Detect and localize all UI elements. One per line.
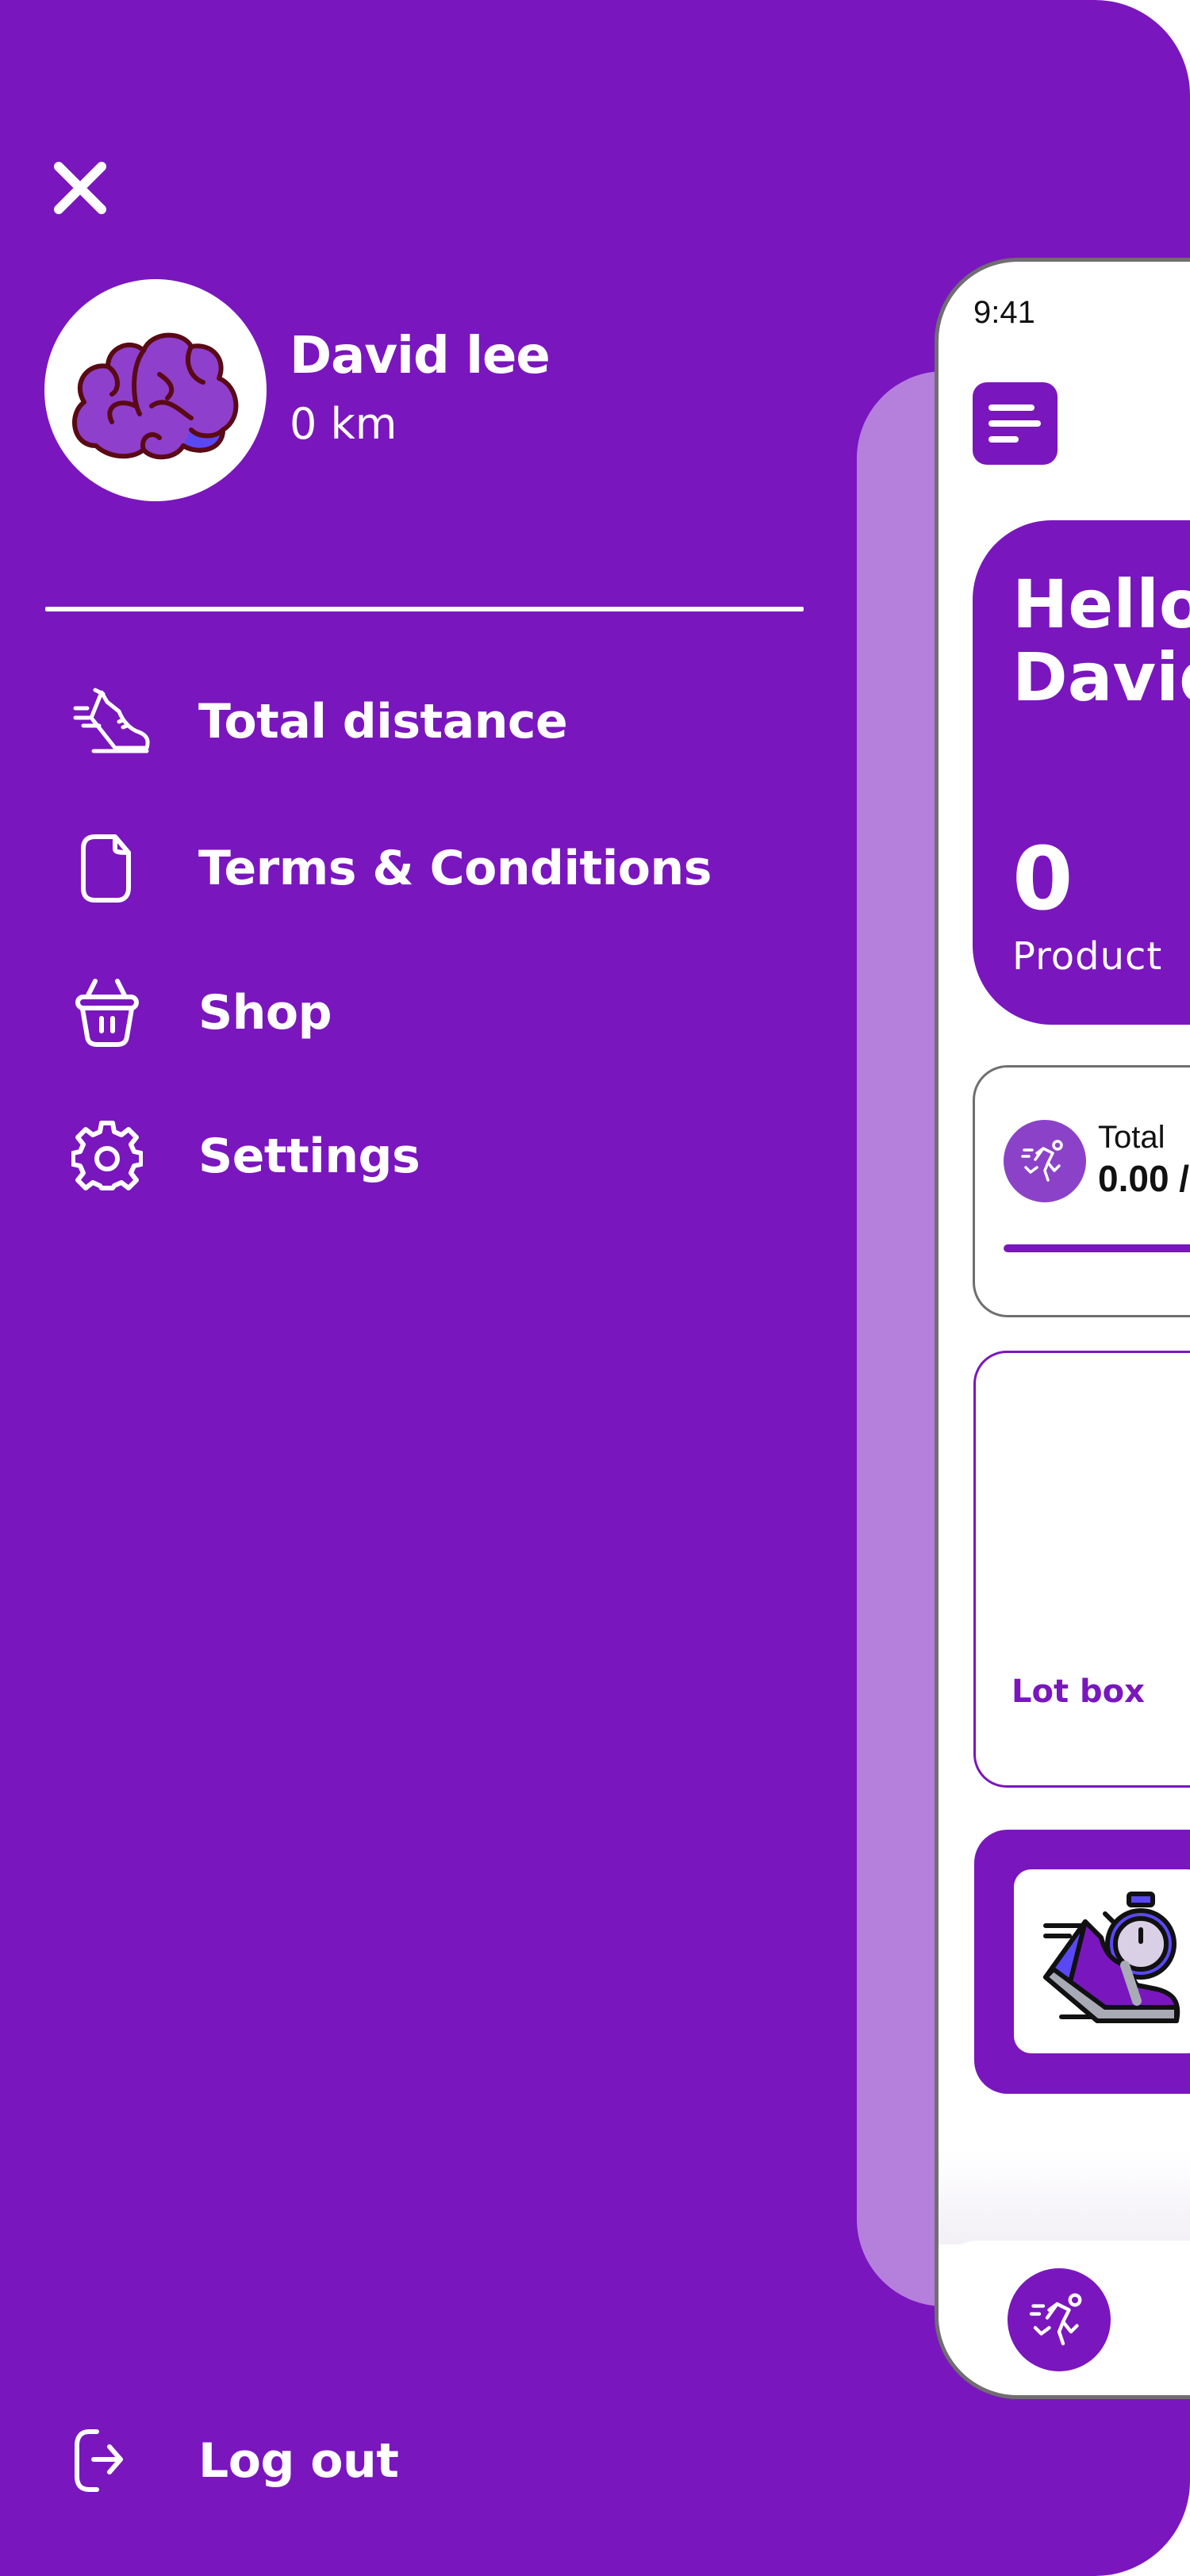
app-preview[interactable]: 9:41 Hello David 0 Product Total xyxy=(935,258,1190,2399)
runner-icon xyxy=(1004,1120,1086,1202)
menu-item-settings[interactable]: Settings xyxy=(71,1113,785,1200)
navigation-drawer: David lee 0 km Total distance Terms & Co… xyxy=(0,0,1190,2576)
total-value: 0.00 / xyxy=(1098,1158,1190,1199)
promo-card[interactable] xyxy=(974,1830,1190,2094)
lot-box-card[interactable]: Lot box xyxy=(973,1351,1190,1788)
menu-item-label: Shop xyxy=(198,985,332,1041)
greeting: Hello David xyxy=(1012,565,1190,716)
logout-button[interactable]: Log out xyxy=(71,2417,785,2505)
menu-item-label: Total distance xyxy=(198,694,568,749)
close-button[interactable] xyxy=(49,157,111,219)
user-name: David lee xyxy=(290,327,551,385)
divider xyxy=(45,607,804,611)
bottom-nav xyxy=(939,2241,1190,2395)
status-time: 9:41 xyxy=(973,295,1035,330)
hamburger-icon xyxy=(988,404,1035,411)
content-fade xyxy=(939,2149,1190,2244)
hello-card: Hello David 0 Product xyxy=(973,520,1190,1025)
menu-item-label: Terms & Conditions xyxy=(198,841,712,896)
running-shoe-icon xyxy=(71,678,163,765)
total-distance-card[interactable]: Total 0.00 / xyxy=(973,1065,1190,1317)
avatar[interactable] xyxy=(44,279,267,501)
document-icon xyxy=(71,825,163,912)
user-distance: 0 km xyxy=(290,399,397,449)
progress-fill xyxy=(1004,1244,1190,1252)
menu-item-shop[interactable]: Shop xyxy=(71,969,785,1056)
logout-icon xyxy=(71,2417,163,2505)
lot-box-label: Lot box xyxy=(1012,1673,1145,1710)
menu-item-total-distance[interactable]: Total distance xyxy=(71,678,785,765)
total-label: Total xyxy=(1098,1120,1165,1155)
shoe-stopwatch-icon xyxy=(1014,1869,1190,2053)
close-icon xyxy=(54,162,106,214)
product-count: 0 xyxy=(1012,828,1073,930)
brain-icon xyxy=(72,332,239,460)
logout-label: Log out xyxy=(198,2433,399,2489)
basket-icon xyxy=(71,969,163,1056)
menu-item-label: Settings xyxy=(198,1129,420,1184)
menu-item-terms-conditions[interactable]: Terms & Conditions xyxy=(71,825,785,912)
product-label: Product xyxy=(1012,934,1163,979)
nav-run-button[interactable] xyxy=(1008,2268,1111,2371)
runner-icon xyxy=(1029,2293,1082,2346)
distance-progress-bar xyxy=(1004,1244,1190,1252)
hamburger-menu-button[interactable] xyxy=(973,382,1058,465)
gear-icon xyxy=(71,1113,163,1200)
